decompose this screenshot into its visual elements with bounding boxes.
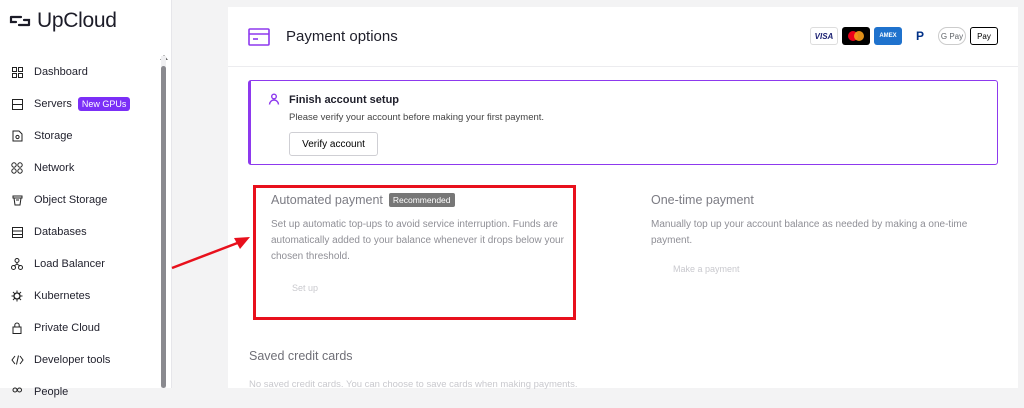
upcloud-logo-icon: [9, 15, 31, 27]
sidebar-item-label: Private Cloud: [34, 322, 101, 334]
verify-account-button[interactable]: Verify account: [289, 132, 378, 156]
lock-icon: [10, 321, 24, 335]
scrollbar-thumb[interactable]: [161, 66, 166, 388]
sidebar-nav: Dashboard Servers New GPUs Storage Netwo…: [0, 56, 160, 408]
sidebar-item-label: Developer tools: [34, 354, 111, 366]
amex-logo-icon: AMEX: [874, 27, 902, 45]
sidebar-item-label: Servers: [34, 98, 72, 110]
mastercard-logo-icon: [842, 27, 870, 45]
sidebar-item-developer-tools[interactable]: Developer tools: [0, 344, 160, 376]
brand-name: UpCloud: [37, 9, 117, 32]
kubernetes-icon: [10, 289, 24, 303]
saved-cards-text: No saved credit cards. You can choose to…: [249, 379, 578, 390]
sidebar-item-load-balancer[interactable]: Load Balancer: [0, 248, 160, 280]
sidebar-item-private-cloud[interactable]: Private Cloud: [0, 312, 160, 344]
alert-text: Please verify your account before making…: [289, 112, 545, 123]
network-icon: [10, 161, 24, 175]
storage-icon: [10, 129, 24, 143]
credit-card-icon: [248, 27, 270, 46]
people-icon: [10, 385, 24, 399]
sidebar-item-label: Object Storage: [34, 194, 108, 206]
server-icon: [10, 97, 24, 111]
sidebar-item-storage[interactable]: Storage: [0, 120, 160, 152]
sidebar-item-label: Storage: [34, 130, 73, 142]
one-time-payment-option: One-time payment Manually top up your ac…: [651, 193, 1001, 274]
saved-cards-title: Saved credit cards: [249, 349, 353, 363]
sidebar-item-label: Load Balancer: [34, 258, 105, 270]
one-time-payment-title: One-time payment: [651, 193, 754, 207]
grid-icon: [10, 65, 24, 79]
sidebar-item-label: Databases: [34, 226, 87, 238]
finish-setup-alert: Finish account setup Please verify your …: [248, 80, 998, 165]
sidebar-item-dashboard[interactable]: Dashboard: [0, 56, 160, 88]
database-icon: [10, 225, 24, 239]
alert-title: Finish account setup: [289, 94, 400, 106]
apple-pay-logo-icon: Pay: [970, 27, 998, 45]
visa-logo-icon: VISA: [810, 27, 838, 45]
one-time-payment-description: Manually top up your account balance as …: [651, 219, 968, 246]
sidebar-item-people[interactable]: People: [0, 376, 160, 408]
google-pay-logo-icon: G Pay: [938, 27, 966, 45]
page-title: Payment options: [286, 28, 398, 45]
sidebar-item-network[interactable]: Network: [0, 152, 160, 184]
logo[interactable]: UpCloud: [9, 9, 117, 33]
make-payment-button[interactable]: Make a payment: [673, 264, 1001, 274]
sidebar-item-databases[interactable]: Databases: [0, 216, 160, 248]
sidebar-item-label: Dashboard: [34, 66, 88, 78]
highlight-box: [253, 185, 576, 320]
paypal-logo-icon: P: [906, 27, 934, 45]
new-gpus-badge: New GPUs: [77, 97, 131, 111]
sidebar-item-kubernetes[interactable]: Kubernetes: [0, 280, 160, 312]
sidebar-item-servers[interactable]: Servers New GPUs: [0, 88, 160, 120]
code-icon: [10, 353, 24, 367]
payment-logos: VISA AMEX P G Pay Pay: [810, 27, 998, 45]
load-balancer-icon: [10, 257, 24, 271]
sidebar: UpCloud Dashboard Servers New GPUs Stora…: [0, 0, 172, 398]
sidebar-item-label: Network: [34, 162, 75, 174]
sidebar-item-object-storage[interactable]: Object Storage: [0, 184, 160, 216]
bucket-icon: [10, 193, 24, 207]
annotation-arrow-icon: [171, 237, 250, 270]
sidebar-item-label: Kubernetes: [34, 290, 91, 302]
user-icon: [268, 93, 280, 105]
